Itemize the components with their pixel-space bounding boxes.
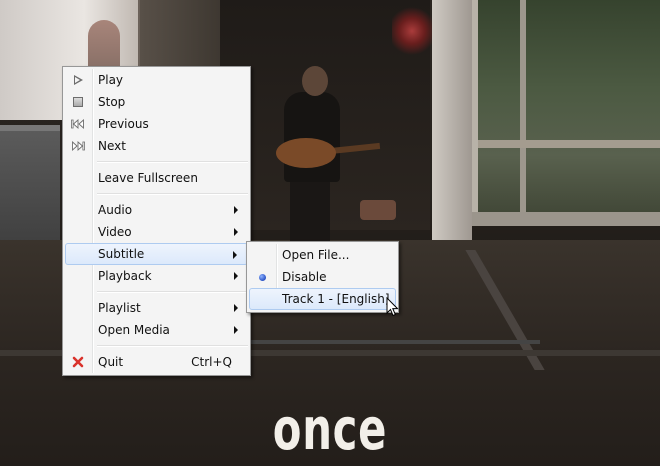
menu-separator (97, 161, 248, 163)
subtitle-submenu: Open File... Disable Track 1 - [English] (246, 241, 399, 313)
menu-item-label: Subtitle (98, 247, 145, 261)
menu-item-previous[interactable]: Previous (65, 113, 248, 135)
context-menu: Play Stop Previous Next Leave Fullscreen (62, 66, 251, 376)
menu-item-open-media[interactable]: Open Media (65, 319, 248, 341)
submenu-item-open-file[interactable]: Open File... (249, 244, 396, 266)
scene-person-legs (290, 182, 330, 242)
menu-item-label: Playlist (98, 301, 141, 315)
menu-item-shortcut: Ctrl+Q (191, 355, 232, 369)
next-icon (65, 141, 91, 151)
menu-separator (97, 291, 248, 293)
menu-item-quit[interactable]: Quit Ctrl+Q (65, 351, 248, 373)
menu-item-label: Disable (282, 270, 327, 284)
scene-person-body (284, 92, 340, 182)
menu-item-video[interactable]: Video (65, 221, 248, 243)
scene-pillar-right (432, 0, 472, 240)
scene-window-pane (520, 0, 526, 215)
video-title-caption: once (272, 395, 388, 463)
menu-item-label: Track 1 - [English] (282, 292, 390, 306)
scene-guitar (276, 138, 336, 168)
menu-item-label: Audio (98, 203, 133, 217)
menu-item-label: Play (98, 73, 124, 87)
submenu-item-track-english[interactable]: Track 1 - [English] (249, 288, 396, 310)
submenu-arrow-icon (234, 304, 238, 312)
menu-item-label: Stop (98, 95, 126, 109)
submenu-arrow-icon (234, 326, 238, 334)
scene-road-marking (250, 340, 540, 344)
menu-item-subtitle[interactable]: Subtitle (65, 243, 248, 265)
menu-item-audio[interactable]: Audio (65, 199, 248, 221)
menu-item-playback[interactable]: Playback (65, 265, 248, 287)
menu-item-play[interactable]: Play (65, 69, 248, 91)
submenu-arrow-icon (234, 272, 238, 280)
menu-item-label: Previous (98, 117, 149, 131)
submenu-item-disable[interactable]: Disable (249, 266, 396, 288)
menu-separator (97, 345, 248, 347)
menu-item-label: Open Media (98, 323, 170, 337)
menu-item-label: Leave Fullscreen (98, 171, 198, 185)
menu-item-stop[interactable]: Stop (65, 91, 248, 113)
scene-window-base (472, 212, 660, 226)
menu-item-label: Quit (98, 355, 124, 369)
scene-bin (0, 125, 60, 251)
menu-item-playlist[interactable]: Playlist (65, 297, 248, 319)
submenu-arrow-icon (234, 228, 238, 236)
previous-icon (65, 119, 91, 129)
play-icon (65, 74, 91, 86)
menu-item-leave-fullscreen[interactable]: Leave Fullscreen (65, 167, 248, 189)
menu-separator (97, 193, 248, 195)
scene-red-light (392, 6, 432, 56)
scene-person-head (302, 66, 328, 96)
scene-guitar-case (360, 200, 396, 220)
radio-selected-icon (249, 273, 275, 281)
menu-item-label: Open File... (282, 248, 350, 262)
menu-item-label: Next (98, 139, 126, 153)
menu-item-next[interactable]: Next (65, 135, 248, 157)
submenu-arrow-icon (233, 251, 237, 259)
scene-window-bar (478, 140, 660, 148)
mouse-cursor-icon (386, 297, 399, 317)
menu-item-label: Video (98, 225, 132, 239)
quit-icon (65, 356, 91, 368)
stop-icon (65, 97, 91, 107)
scene-shop-window-right (472, 0, 660, 222)
menu-item-label: Playback (98, 269, 152, 283)
submenu-arrow-icon (234, 206, 238, 214)
